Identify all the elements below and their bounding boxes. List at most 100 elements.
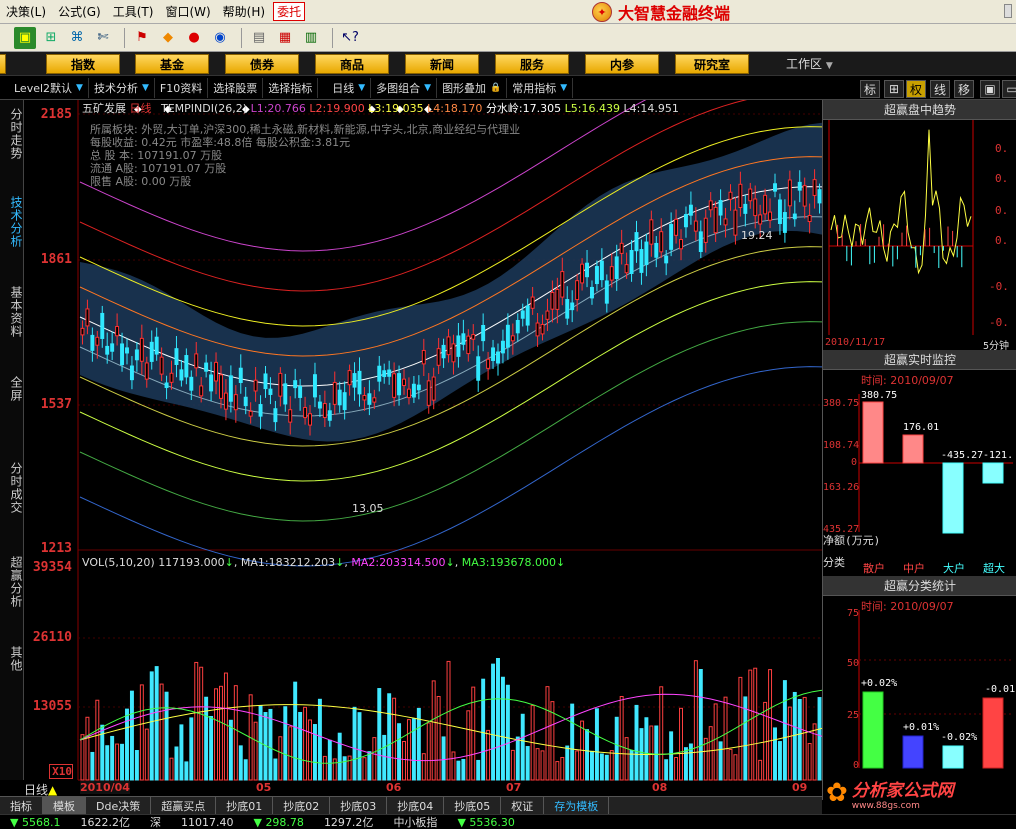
flag-icon[interactable]: ⚑	[131, 27, 153, 49]
tab-bottom04[interactable]: 抄底04	[387, 797, 445, 814]
trend-axis-label: 0.	[995, 142, 1009, 155]
candle-body	[446, 336, 451, 356]
tab-buy-point[interactable]: 超赢买点	[151, 797, 217, 814]
volume-bar	[753, 667, 758, 781]
vtab-other[interactable]: 其他	[2, 646, 23, 672]
kline-chart[interactable]: ◆ ◆ ◆ ◆ ◆ ◆	[24, 100, 822, 796]
nav-research[interactable]: 研究室	[675, 54, 749, 74]
tab-mark[interactable]: 标	[860, 80, 881, 98]
minimize-icon[interactable]: ▭	[1002, 80, 1016, 98]
window-control[interactable]	[1004, 4, 1012, 18]
menu-tools[interactable]: 工具(T)	[107, 3, 160, 20]
nav-bond[interactable]: 债券	[225, 54, 299, 74]
print-icon[interactable]: ▤	[248, 27, 270, 49]
tab-bottom05[interactable]: 抄底05	[444, 797, 502, 814]
brand-logo-icon: ✦	[592, 2, 612, 22]
price-axis-label: 2185	[40, 107, 72, 122]
watermark: ✿ 分析家公式网 www.88gs.com	[826, 774, 1014, 812]
tab-move[interactable]: 移	[954, 80, 975, 98]
sub-select-stock[interactable]: 选择股票	[208, 77, 264, 98]
stock-name: 五矿发展	[82, 102, 126, 115]
window-icon[interactable]: ▣	[14, 26, 36, 49]
monitor-title[interactable]: 超赢实时监控	[823, 350, 1016, 370]
monitor-bar-super	[982, 462, 1004, 484]
menu-decision[interactable]: 决策(L)	[0, 3, 52, 20]
volume-bar	[520, 713, 525, 781]
menu-formula[interactable]: 公式(G)	[52, 3, 107, 20]
book-icon[interactable]: ▥	[300, 27, 322, 49]
volume-bar	[110, 735, 115, 781]
vtab-tech[interactable]: 技术分析	[2, 196, 23, 248]
tab-save-template[interactable]: 存为模板	[544, 797, 610, 814]
tab-line[interactable]: 线	[930, 80, 951, 98]
volume-bar	[599, 753, 604, 781]
crosshair-icon[interactable]: ⊞	[884, 80, 904, 98]
stats-title[interactable]: 超赢分类统计	[823, 576, 1016, 596]
right-panel: 超赢盘中趋势 0. 0. 0. 0. -0. -0. 2010/11/17 5分…	[822, 100, 1016, 800]
binoculars-icon[interactable]: ⌘	[66, 27, 88, 49]
diamond-icon[interactable]: ◆	[157, 27, 179, 49]
tab-rights[interactable]: 权	[906, 80, 927, 98]
nav-stock[interactable]: 股	[0, 54, 6, 74]
nav-service[interactable]: 服务	[495, 54, 569, 74]
tab-bottom03[interactable]: 抄底03	[330, 797, 388, 814]
candle-body	[248, 410, 253, 417]
candle-body	[585, 262, 590, 278]
tab-template[interactable]: 模板	[43, 797, 86, 814]
sub-daily[interactable]: 日线 ▼	[318, 77, 372, 98]
maximize-icon[interactable]: ▣	[980, 80, 1000, 98]
candle-body	[204, 362, 209, 372]
candle-body	[807, 215, 812, 223]
tab-warrant[interactable]: 权证	[501, 797, 545, 814]
menu-trade[interactable]: 委托	[273, 2, 306, 21]
sub-common-indicator[interactable]: 常用指标 ▼	[507, 77, 574, 98]
grid-icon[interactable]: ⊞	[40, 27, 62, 49]
watermark-logo-icon: ✿	[826, 778, 848, 808]
tab-indicator[interactable]: 指标	[0, 797, 43, 814]
money-icon[interactable]: ◉	[209, 27, 231, 49]
trend-title[interactable]: 超赢盘中趋势	[823, 100, 1016, 120]
candle-body	[322, 403, 327, 418]
nav-fund[interactable]: 基金	[135, 54, 209, 74]
vtab-ticks[interactable]: 分时成交	[2, 462, 23, 514]
menu-help[interactable]: 帮助(H)	[217, 3, 271, 20]
volume-bar	[179, 724, 184, 781]
sub-overlay[interactable]: 图形叠加 🔒	[437, 77, 508, 98]
left-tab-strip: 分时走势 技术分析 基本资料 全屏 分时成交 超赢分析 其他	[0, 100, 24, 780]
sub-tech-analysis[interactable]: 技术分析 ▼	[89, 77, 155, 98]
volume-bar	[184, 761, 189, 781]
candle-body	[812, 179, 817, 196]
candle-body	[327, 410, 332, 421]
workarea-menu[interactable]: 工作区 ▼	[786, 55, 833, 72]
tab-dde[interactable]: Dde决策	[86, 797, 152, 814]
candle-body	[773, 183, 777, 192]
help-cursor-icon[interactable]: ↖?	[339, 27, 361, 49]
volume-bar	[327, 739, 332, 781]
vtab-intraday[interactable]: 分时走势	[2, 108, 23, 160]
stats-bar-retail	[862, 691, 884, 769]
trend-axis-label: 0.	[995, 234, 1009, 247]
circle-icon[interactable]: ●	[183, 27, 205, 49]
menu-window[interactable]: 窗口(W)	[159, 3, 216, 20]
tools-icon[interactable]: ✄	[92, 27, 114, 49]
sub-select-indicator[interactable]: 选择指标	[263, 77, 319, 98]
tab-bottom02[interactable]: 抄底02	[273, 797, 331, 814]
nav-index[interactable]: 指数	[46, 54, 120, 74]
arrow-down-icon: ↓	[445, 556, 455, 569]
sub-f10[interactable]: F10资料	[155, 77, 209, 98]
candle-body	[728, 191, 733, 200]
vtab-fullscreen[interactable]: 全屏	[2, 376, 23, 402]
vtab-basic[interactable]: 基本资料	[2, 286, 23, 338]
candle-body	[510, 335, 515, 342]
vtab-super[interactable]: 超赢分析	[2, 556, 23, 608]
table-icon[interactable]: ▦	[274, 27, 296, 49]
nav-news[interactable]: 新闻	[405, 54, 479, 74]
volume-bar	[679, 707, 683, 781]
sub-multi-chart[interactable]: 多图组合 ▼	[371, 77, 438, 98]
candle-body	[723, 218, 728, 226]
candle-body	[342, 392, 347, 411]
tab-bottom01[interactable]: 抄底01	[216, 797, 274, 814]
sub-level2[interactable]: Level2默认 ▼	[0, 77, 89, 98]
nav-insider[interactable]: 内参	[585, 54, 659, 74]
nav-commodity[interactable]: 商品	[315, 54, 389, 74]
